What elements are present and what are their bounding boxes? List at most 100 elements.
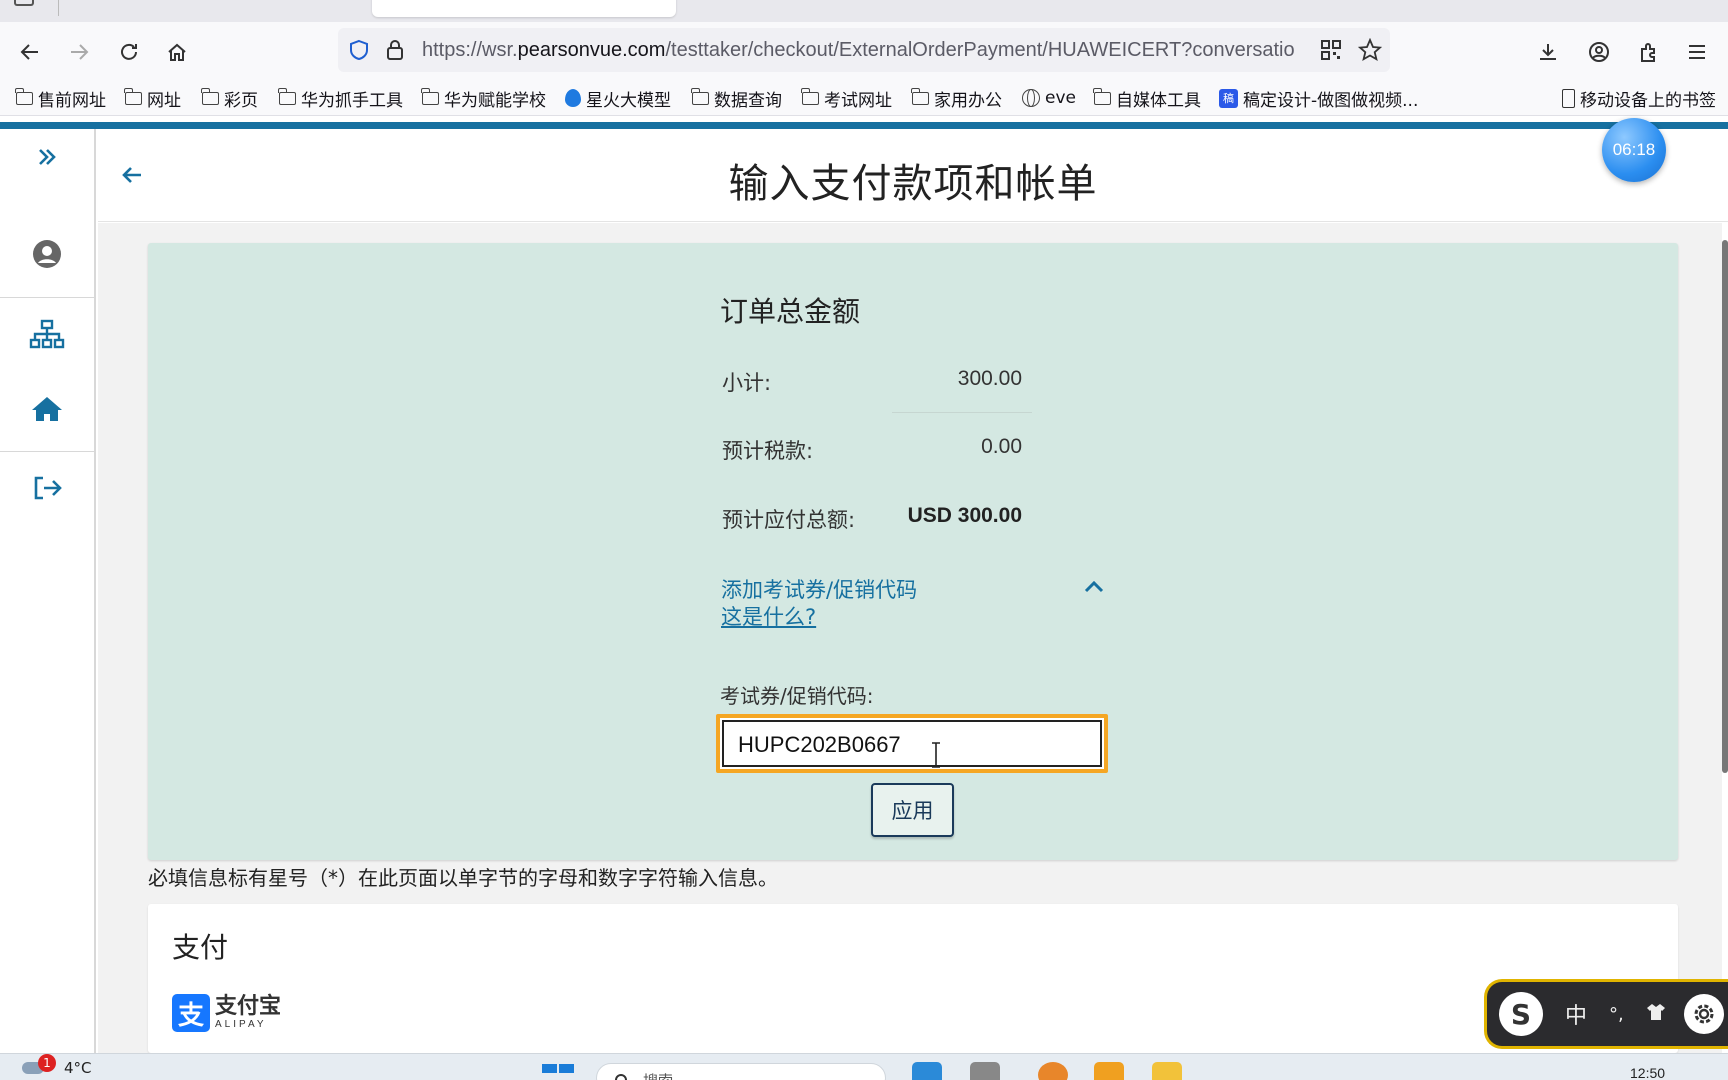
phone-icon <box>1562 88 1575 108</box>
search-placeholder: 搜索 <box>643 1072 673 1080</box>
qr-code-icon[interactable] <box>1320 39 1342 61</box>
bookmark-item[interactable]: 彩页 <box>201 86 258 111</box>
back-button[interactable] <box>14 36 46 68</box>
taskbar-app-explorer[interactable] <box>1152 1062 1182 1080</box>
promo-toggle-link[interactable]: 添加考试券/促销代码 <box>721 574 917 604</box>
weather-widget[interactable]: 1 4°C <box>22 1054 92 1077</box>
arrow-left-icon <box>20 44 38 60</box>
mobile-bookmarks[interactable]: 移动设备上的书签 <box>1562 86 1716 111</box>
session-timer[interactable]: 06:18 <box>1602 118 1666 182</box>
bookmark-label: eve <box>1045 88 1076 108</box>
account-icon <box>1589 42 1609 62</box>
tax-value: 0.00 <box>981 435 1022 458</box>
total-value: USD 300.00 <box>907 504 1022 527</box>
alipay-name-en: ALIPAY <box>215 1019 267 1030</box>
forward-button[interactable] <box>63 36 95 68</box>
promo-code-input[interactable] <box>738 730 1078 760</box>
promo-code-label: 考试券/促销代码: <box>720 684 874 708</box>
expand-sidebar-button[interactable] <box>0 139 94 175</box>
sidebar-item-signout[interactable] <box>0 463 94 513</box>
folder-icon <box>124 87 142 105</box>
what-is-this-link[interactable]: 这是什么? <box>721 601 816 631</box>
taskbar-app-edge[interactable] <box>912 1062 942 1080</box>
globe-icon <box>1022 89 1040 107</box>
puzzle-icon <box>1641 43 1655 62</box>
sidebar-item-home[interactable] <box>0 384 94 434</box>
sidebar-item-sitemap[interactable] <box>0 309 94 359</box>
bookmark-item[interactable]: 数据查询 <box>691 86 782 111</box>
bookmark-item[interactable]: 网址 <box>124 86 181 111</box>
bookmark-item[interactable]: 华为抓手工具 <box>278 86 403 111</box>
bookmark-item[interactable]: 自媒体工具 <box>1093 86 1201 111</box>
tab-previous[interactable] <box>0 0 58 14</box>
bookmark-item[interactable]: 星火大模型 <box>565 86 671 111</box>
taskbar-app-orange[interactable] <box>1038 1062 1068 1080</box>
alipay-option[interactable]: 支 支付宝 ALIPAY <box>172 993 281 1033</box>
alipay-wordmark: 支付宝 ALIPAY <box>215 996 281 1030</box>
page-header: 输入支付款项和帐单 <box>98 129 1728 222</box>
tax-label: 预计税款: <box>722 439 814 463</box>
alipay-name-cn: 支付宝 <box>215 994 282 1019</box>
menu-button[interactable] <box>1681 36 1713 68</box>
ime-toolbar[interactable]: S 中 °, <box>1484 979 1728 1049</box>
page-scrollbar[interactable] <box>1722 240 1728 773</box>
required-fields-note: 必填信息标有星号（*）在此页面以单字节的字母和数字字符输入信息。 <box>148 866 778 890</box>
url-domain: pearsonvue.com <box>517 39 666 61</box>
windows-start-icon[interactable] <box>542 1064 574 1080</box>
promo-code-field[interactable] <box>716 714 1108 773</box>
total-row: 预计应付总额: USD 300.00 <box>722 497 1022 537</box>
payment-title: 支付 <box>172 931 229 964</box>
folder-icon <box>201 87 219 105</box>
tab-list-icon <box>14 0 34 6</box>
chevron-up-icon <box>1084 580 1104 593</box>
account-button[interactable] <box>1583 36 1615 68</box>
accent-stripe <box>0 122 1728 129</box>
bookmark-item[interactable]: 考试网址 <box>801 86 892 111</box>
sign-out-icon <box>34 476 62 500</box>
tab-strip <box>0 0 1728 22</box>
temperature: 4°C <box>64 1059 92 1077</box>
ime-mode[interactable]: 中 <box>1565 998 1587 1030</box>
bookmark-label: 家用办公 <box>934 90 1002 111</box>
taskbar: 1 4°C 搜索 12:50 <box>0 1053 1728 1080</box>
bookmark-label: 考试网址 <box>824 90 892 111</box>
star-icon[interactable] <box>1358 38 1382 62</box>
taskbar-search[interactable]: 搜索 <box>596 1063 886 1080</box>
ime-punctuation[interactable]: °, <box>1609 1004 1624 1025</box>
taskbar-app-monitor[interactable] <box>970 1062 1000 1080</box>
tab-separator <box>58 0 59 16</box>
bookmark-item[interactable]: 华为赋能学校 <box>421 86 546 111</box>
bookmark-label: 网址 <box>147 90 181 111</box>
subtotal-value: 300.00 <box>957 367 1022 390</box>
home-button[interactable] <box>161 36 193 68</box>
bookmark-item[interactable]: eve <box>1022 86 1076 110</box>
bookmark-item[interactable]: 售前网址 <box>15 86 106 111</box>
collapse-promo-button[interactable] <box>1082 574 1106 598</box>
bookmark-label: 移动设备上的书签 <box>1580 90 1716 111</box>
flame-icon <box>565 89 581 107</box>
extensions-button[interactable] <box>1633 36 1665 68</box>
sidebar-item-profile[interactable] <box>0 229 94 279</box>
bookmark-label: 华为抓手工具 <box>301 90 403 111</box>
subtotal-row: 小计: 300.00 <box>722 360 1022 400</box>
app-icon: 稿 <box>1219 88 1238 108</box>
sogou-icon[interactable]: S <box>1499 992 1543 1036</box>
alipay-icon: 支 <box>172 994 210 1032</box>
subtotal-label: 小计: <box>722 371 772 395</box>
gear-icon[interactable] <box>1683 994 1724 1034</box>
browser-toolbar: https://wsr.pearsonvue.com/testtaker/che… <box>0 22 1728 80</box>
downloads-button[interactable] <box>1532 36 1564 68</box>
bookmarks-bar: 售前网址 网址 彩页 华为抓手工具 华为赋能学校 星火大模型 数据查询 考试网址… <box>0 80 1728 116</box>
reload-button[interactable] <box>113 36 145 68</box>
apply-button[interactable]: 应用 <box>871 783 954 837</box>
page-title: 输入支付款项和帐单 <box>728 161 1098 207</box>
user-icon <box>33 240 61 268</box>
address-bar[interactable]: https://wsr.pearsonvue.com/testtaker/che… <box>338 28 1390 72</box>
bookmark-item[interactable]: 稿稿定设计-做图做视频... <box>1219 86 1418 111</box>
tab-active[interactable] <box>372 0 676 17</box>
taskbar-app-firefox[interactable] <box>1094 1062 1124 1080</box>
shirt-icon[interactable] <box>1646 1002 1666 1026</box>
cloud-icon: 1 <box>22 1054 56 1074</box>
payment-card <box>148 904 1678 1053</box>
bookmark-item[interactable]: 家用办公 <box>911 86 1002 111</box>
